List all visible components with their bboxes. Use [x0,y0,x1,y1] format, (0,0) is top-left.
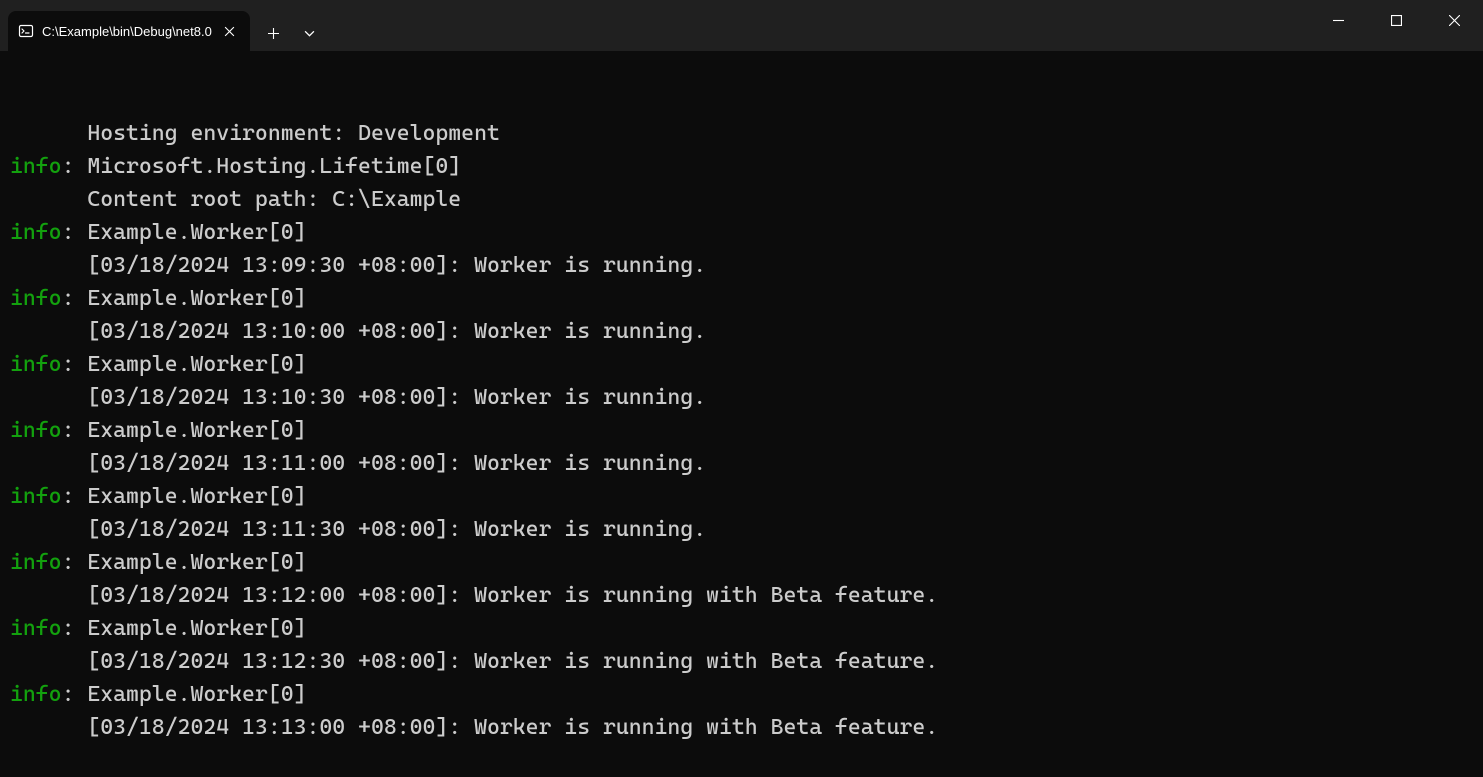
maximize-button[interactable] [1367,0,1425,40]
log-level: info [10,616,62,641]
log-source: : Example.Worker[0] [62,418,307,443]
log-message: [03/18/2024 13:11:30 +08:00]: Worker is … [10,513,1473,546]
log-header-line: info: Example.Worker[0] [10,216,1473,249]
new-tab-button[interactable] [256,15,292,51]
titlebar: C:\Example\bin\Debug\net8.0 [0,0,1483,51]
log-level: info [10,286,62,311]
log-level: info [10,154,62,179]
tab-title: C:\Example\bin\Debug\net8.0 [42,24,212,39]
tab-dropdown-button[interactable] [292,15,328,51]
log-header-line: info: Example.Worker[0] [10,678,1473,711]
log-level: info [10,550,62,575]
log-header-line: info: Microsoft.Hosting.Lifetime[0] [10,150,1473,183]
log-header-line: info: Example.Worker[0] [10,480,1473,513]
log-message: [03/18/2024 13:10:00 +08:00]: Worker is … [10,315,1473,348]
log-message: [03/18/2024 13:09:30 +08:00]: Worker is … [10,249,1473,282]
log-header-line: info: Example.Worker[0] [10,612,1473,645]
tab-active[interactable]: C:\Example\bin\Debug\net8.0 [8,11,250,51]
log-level: info [10,682,62,707]
log-header-line: info: Example.Worker[0] [10,414,1473,447]
log-source: : Example.Worker[0] [62,550,307,575]
minimize-button[interactable] [1309,0,1367,40]
log-header-line: info: Example.Worker[0] [10,546,1473,579]
close-window-button[interactable] [1425,0,1483,40]
log-source: : Example.Worker[0] [62,286,307,311]
log-header-line: info: Example.Worker[0] [10,348,1473,381]
log-level: info [10,484,62,509]
log-source: : Example.Worker[0] [62,682,307,707]
log-message: [03/18/2024 13:11:00 +08:00]: Worker is … [10,447,1473,480]
log-level: info [10,418,62,443]
terminal-icon [18,23,34,39]
log-source: : Example.Worker[0] [62,616,307,641]
log-message: [03/18/2024 13:12:00 +08:00]: Worker is … [10,579,1473,612]
log-message: Content root path: C:\Example [10,183,1473,216]
log-level: info [10,352,62,377]
log-message: [03/18/2024 13:12:30 +08:00]: Worker is … [10,645,1473,678]
log-message: [03/18/2024 13:13:00 +08:00]: Worker is … [10,711,1473,744]
log-level: info [10,220,62,245]
log-message: [03/18/2024 13:10:30 +08:00]: Worker is … [10,381,1473,414]
log-source: : Example.Worker[0] [62,220,307,245]
log-line: Hosting environment: Development [10,117,1473,150]
window-controls [1309,0,1483,40]
log-source: : Example.Worker[0] [62,484,307,509]
tab-close-button[interactable] [220,21,240,41]
terminal-output[interactable]: Hosting environment: Developmentinfo: Mi… [0,51,1483,777]
log-source: : Microsoft.Hosting.Lifetime[0] [62,154,462,179]
log-header-line: info: Example.Worker[0] [10,282,1473,315]
log-source: : Example.Worker[0] [62,352,307,377]
